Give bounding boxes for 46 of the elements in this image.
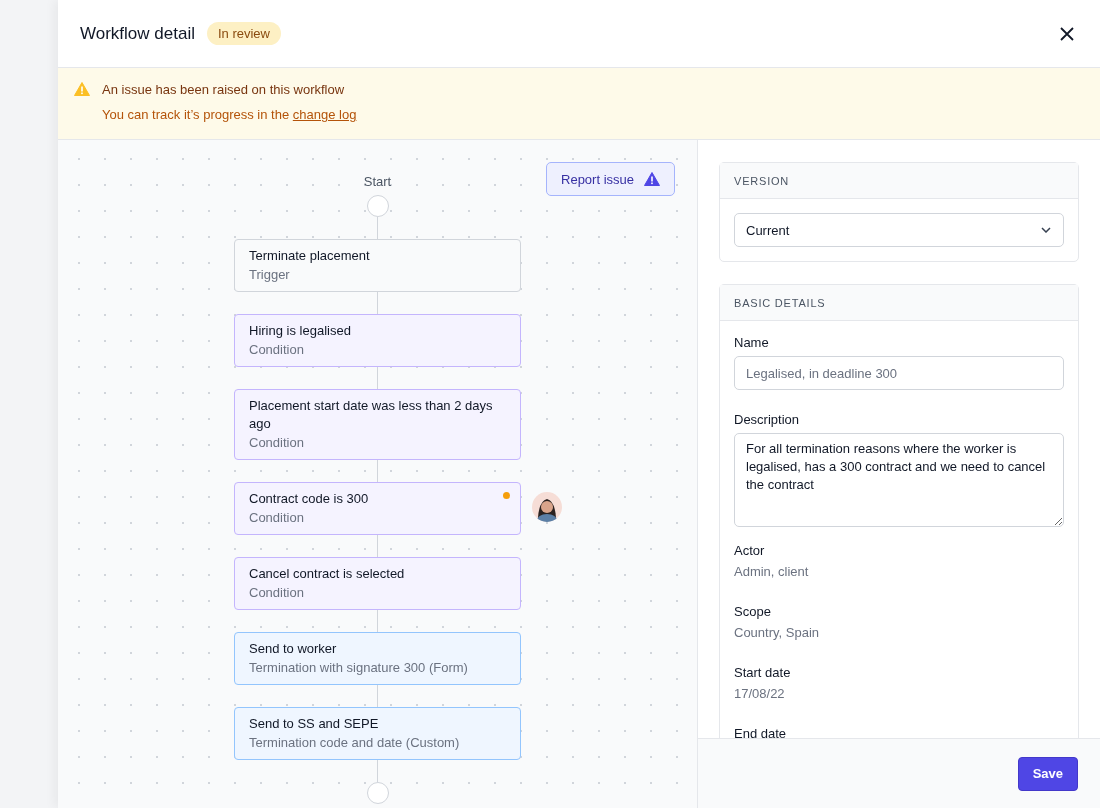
card-heading: VERSION bbox=[720, 163, 1078, 199]
field-value: Admin, client bbox=[734, 564, 810, 579]
node-type: Condition bbox=[249, 509, 305, 527]
workflow-node[interactable]: Hiring is legalised Condition bbox=[234, 314, 521, 367]
node-title: Send to worker bbox=[249, 640, 338, 658]
description-textarea[interactable]: For all termination reasons where the worker is legalised, has a 300 contract and we need to cancel the contract bbox=[734, 433, 1064, 527]
node-type: Condition bbox=[249, 434, 305, 452]
node-title: Placement start date was less than 2 days ago bbox=[249, 397, 494, 433]
workflow-node[interactable]: Send to SS and SEPE Termination code and date (Custom) bbox=[234, 707, 521, 760]
node-type: Condition bbox=[249, 584, 305, 602]
close-icon bbox=[1060, 26, 1074, 41]
field-label: Start date bbox=[734, 665, 792, 680]
node-type: Condition bbox=[249, 341, 305, 359]
save-button[interactable]: Save bbox=[1017, 756, 1078, 791]
field-label: Scope bbox=[734, 604, 772, 619]
node-type: Termination code and date (Custom) bbox=[249, 734, 461, 752]
workflow-node[interactable]: Placement start date was less than 2 days ago Condition bbox=[234, 389, 521, 460]
node-title: Contract code is 300 bbox=[249, 490, 370, 508]
field-value: Country, Spain bbox=[734, 625, 821, 640]
workflow-node[interactable]: Cancel contract is selected Condition bbox=[234, 557, 521, 610]
version-select[interactable]: Current bbox=[734, 213, 1064, 247]
change-log-link[interactable]: change log bbox=[292, 107, 357, 122]
workflow-node[interactable]: Send to worker Termination with signature 300 (Form) bbox=[234, 632, 521, 685]
status-badge: In review bbox=[206, 22, 281, 45]
panel-title: Workflow detail bbox=[80, 23, 195, 44]
start-label: Start bbox=[363, 174, 392, 189]
name-input[interactable]: Legalised, in deadline 300 bbox=[734, 356, 1064, 390]
field-value: 17/08/22 bbox=[734, 686, 786, 701]
node-type: Termination with signature 300 (Form) bbox=[249, 659, 469, 677]
field-label: End date bbox=[734, 726, 788, 738]
node-type: Trigger bbox=[249, 266, 291, 284]
node-title: Hiring is legalised bbox=[249, 322, 352, 340]
card-heading: BASIC DETAILS bbox=[720, 285, 1078, 321]
node-title: Send to SS and SEPE bbox=[249, 715, 380, 733]
chevron-down-icon bbox=[1041, 227, 1051, 233]
node-title: Cancel contract is selected bbox=[249, 565, 406, 583]
warning-icon bbox=[644, 172, 660, 186]
warning-icon bbox=[74, 82, 90, 96]
workflow-node[interactable]: Terminate placement Trigger bbox=[234, 239, 521, 292]
field-label: Description bbox=[734, 412, 801, 427]
alert-title: An issue has been raised on this workflow bbox=[102, 82, 346, 97]
report-issue-button[interactable]: Report issue bbox=[546, 162, 675, 196]
field-label: Actor bbox=[734, 543, 766, 558]
node-title: Terminate placement bbox=[249, 247, 371, 265]
field-label: Name bbox=[734, 335, 770, 350]
alert-text: You can track it’s progress in the change log bbox=[102, 107, 357, 122]
